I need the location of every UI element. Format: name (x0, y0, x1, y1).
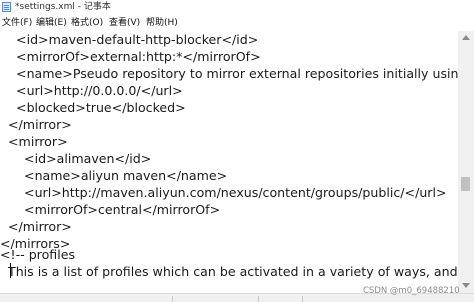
editor-line: <name>Pseudo repository to mirror extern… (0, 66, 458, 81)
editor-line: <name>aliyun maven</name> (0, 168, 228, 183)
text-editor[interactable]: <id>maven-default-http-blocker</id> <mir… (0, 31, 458, 293)
editor-line: </mirror> (0, 219, 72, 234)
scroll-down-icon[interactable] (462, 283, 470, 288)
editor-line: <url>http://maven.aliyun.com/nexus/conte… (0, 185, 447, 200)
scroll-thumb[interactable] (461, 177, 470, 191)
title-bar: *settings.xml - 记事本 (0, 0, 474, 15)
vertical-scrollbar[interactable] (458, 31, 474, 293)
editor-line: <mirrorOf>central</mirrorOf> (0, 202, 221, 217)
menu-view[interactable]: 查看(V) (109, 15, 140, 31)
menu-bar: 文件(F) 编辑(E) 格式(O) 查看(V) 帮助(H) (0, 15, 474, 31)
watermark: CSDN @m0_69488210 (363, 286, 460, 296)
status-divider (258, 296, 259, 302)
status-divider (172, 296, 173, 302)
editor-line: <id>maven-default-http-blocker</id> (0, 32, 259, 47)
editor-line: <blocked>true</blocked> (0, 100, 186, 115)
status-divider (302, 296, 303, 302)
editor-line: <id>alimaven</id> (0, 151, 152, 166)
editor-line: <url>http://0.0.0.0/</url> (0, 83, 183, 98)
text-caret (10, 263, 11, 278)
editor-line: This is a list of profiles which can be … (8, 264, 458, 279)
editor-line: <!-- profiles (0, 247, 76, 262)
scroll-up-icon[interactable] (462, 35, 470, 40)
editor-line: </mirror> (0, 117, 72, 132)
window-title: *settings.xml - 记事本 (15, 2, 111, 12)
notepad-icon (2, 2, 11, 12)
menu-file[interactable]: 文件(F) (2, 15, 32, 31)
menu-edit[interactable]: 编辑(E) (36, 15, 67, 31)
menu-help[interactable]: 帮助(H) (146, 15, 178, 31)
editor-line: <mirrorOf>external:http:*</mirrorOf> (0, 49, 261, 64)
editor-line: <mirror> (0, 134, 68, 149)
menu-format[interactable]: 格式(O) (71, 15, 103, 31)
